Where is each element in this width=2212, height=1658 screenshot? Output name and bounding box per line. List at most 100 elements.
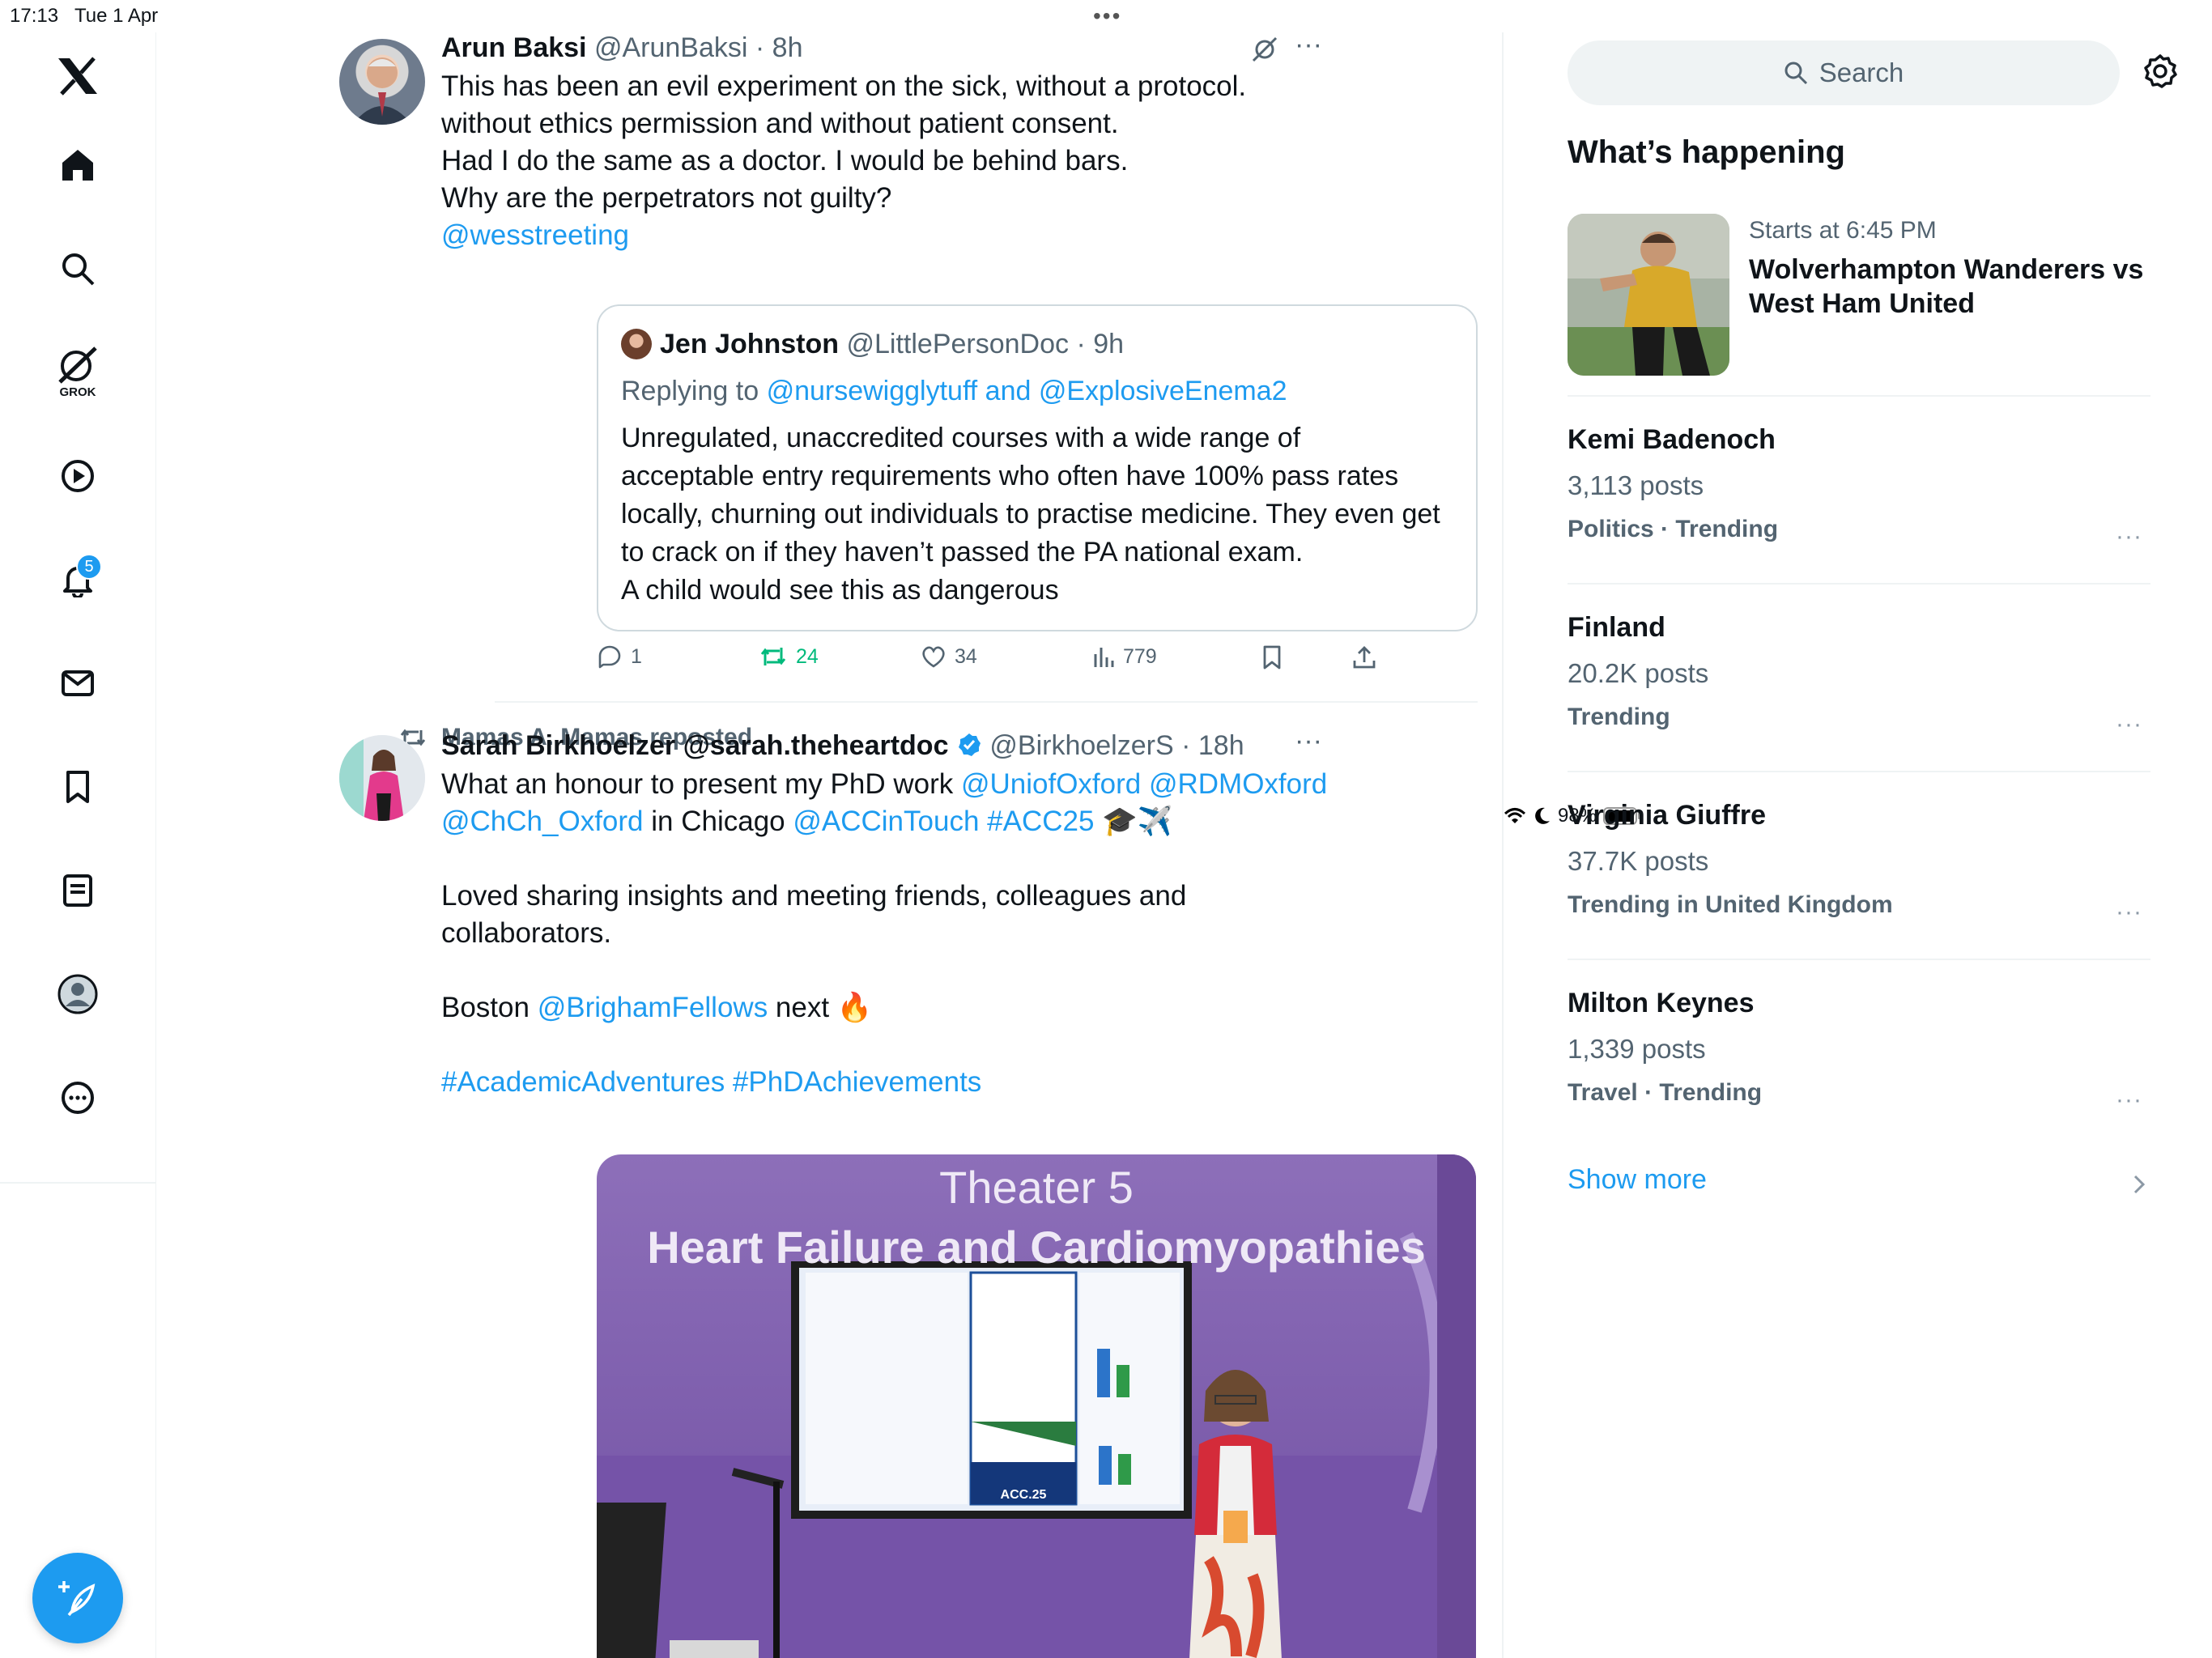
author-name[interactable]: Arun Baksi (441, 32, 587, 63)
tweet-more-icon[interactable]: ··· (1295, 32, 1322, 61)
grok-icon[interactable]: GROK (45, 340, 110, 405)
search-icon[interactable] (45, 236, 110, 301)
trend-item[interactable]: Finland 20.2K posts Trending ··· (1568, 612, 2150, 748)
tweet-actions: 1 24 34 779 (597, 644, 1406, 680)
share-icon (1353, 646, 1376, 669)
reply-count: 1 (631, 644, 642, 668)
bookmarks-icon[interactable] (45, 755, 110, 819)
trend-item[interactable]: Virginia Giuffre 37.7K posts Trending in… (1568, 800, 2150, 936)
replying-to-label: Replying to (621, 376, 759, 406)
messages-icon[interactable] (45, 651, 110, 716)
emoji-text: 🎓✈️ (1094, 806, 1173, 837)
quote-line: Unregulated, unaccredited courses with a… (621, 423, 1301, 453)
author-name[interactable]: Sarah Birkhoelzer @sarah.theheartdoc (441, 730, 948, 761)
trend-name: Finland (1568, 612, 1665, 643)
nav-divider (0, 1182, 155, 1184)
trend-more-icon[interactable]: ··· (2116, 1086, 2142, 1114)
event-time: Starts at 6:45 PM (1749, 217, 1937, 244)
event-image (1568, 214, 1729, 376)
like-count: 34 (955, 644, 977, 668)
quote-author-name: Jen Johnston (660, 329, 840, 359)
quoted-tweet[interactable]: Jen Johnston @LittlePersonDoc · 9h Reply… (597, 304, 1478, 631)
mention-link[interactable]: @wesstreeting (441, 217, 1246, 254)
quote-avatar[interactable] (621, 329, 652, 359)
author-handle[interactable]: @BirkhoelzerS (989, 730, 1173, 761)
x-logo-icon[interactable] (45, 44, 110, 108)
mention-link[interactable]: @ChCh_Oxford (441, 806, 644, 837)
avatar[interactable] (339, 735, 425, 821)
lists-icon[interactable] (45, 858, 110, 923)
reply-icon (598, 645, 621, 669)
quote-line: locally, churning out individuals to pra… (621, 499, 1440, 529)
tweet-line: without ethics permission and without pa… (441, 108, 1119, 139)
author-handle[interactable]: @ArunBaksi (594, 32, 747, 63)
hashtag-links[interactable]: #AcademicAdventures #PhDAchievements (441, 1064, 1478, 1101)
search-icon (1784, 62, 1807, 85)
settings-gear-icon[interactable] (2142, 53, 2178, 89)
trend-divider (1568, 771, 2150, 772)
like-button[interactable]: 34 (921, 644, 977, 669)
mention-hashtag-links[interactable]: @ACCinTouch #ACC25 (793, 806, 1094, 837)
tweet-text: What an honour to present my PhD work @U… (441, 766, 1478, 1101)
tweet-line: Had I do the same as a doctor. I would b… (441, 145, 1129, 176)
quote-line: A child would see this as dangerous (621, 575, 1059, 606)
tweet-more-icon[interactable]: ··· (1295, 725, 1322, 757)
tweet-time[interactable]: · 18h (1181, 730, 1244, 761)
multitasking-dots[interactable]: ••• (1093, 3, 1121, 29)
tweet-line: Why are the perpetrators not guilty? (441, 182, 892, 214)
tweet-line: @ChCh_Oxford in Chicago @ACCinTouch #ACC… (441, 803, 1478, 840)
avatar[interactable] (339, 39, 425, 125)
trend-more-icon[interactable]: ··· (2116, 899, 2142, 926)
mention-link[interactable]: @BrighamFellows (538, 992, 768, 1023)
right-sidebar: Search What’s happening Starts at 6:45 P… (1503, 32, 2212, 1658)
bookmark-icon (1263, 645, 1281, 670)
reply-button[interactable]: 1 (597, 644, 642, 669)
compose-post-button[interactable] (32, 1553, 123, 1643)
repost-count: 24 (796, 644, 819, 668)
trend-item[interactable]: Milton Keynes 1,339 posts Travel · Trend… (1568, 988, 2150, 1124)
trend-context: Trending in United Kingdom (1568, 891, 1893, 918)
profile-avatar-icon[interactable] (45, 962, 110, 1027)
repost-button[interactable]: 24 (759, 644, 819, 669)
event-title-line: West Ham United (1749, 288, 1975, 319)
sign-line-2: Heart Failure and Cardiomyopathies (647, 1222, 1426, 1273)
show-more-link[interactable]: Show more (1568, 1164, 2150, 1205)
trend-count: 20.2K posts (1568, 658, 1709, 688)
tweet-text-span: in Chicago (643, 806, 793, 837)
status-time: 17:13 (10, 5, 59, 27)
video-icon[interactable] (45, 444, 110, 508)
search-bar[interactable]: Search (1568, 40, 2120, 105)
quote-time: · 9h (1076, 329, 1125, 359)
timeline[interactable]: Arun Baksi @ArunBaksi · 8h ··· This has … (156, 32, 1504, 1658)
notifications-icon[interactable]: 5 (45, 547, 110, 612)
notifications-badge: 5 (76, 554, 102, 580)
show-more-label: Show more (1568, 1164, 1707, 1195)
replying-handles[interactable]: @nursewigglytuff and @ExplosiveEnema2 (767, 376, 1287, 406)
views-button[interactable]: 779 (1092, 644, 1157, 669)
trend-item[interactable]: Kemi Badenoch 3,113 posts Politics · Tre… (1568, 424, 2150, 560)
trend-context: Trending (1568, 704, 1670, 730)
trend-count: 37.7K posts (1568, 846, 1709, 876)
tweet-divider (495, 701, 1478, 703)
tweet-text-span: Boston (441, 992, 538, 1023)
tweet-time[interactable]: · 8h (755, 32, 803, 63)
home-icon[interactable] (45, 133, 110, 198)
trend-context: Politics · Trending (1568, 516, 1779, 542)
tweet-media-image[interactable]: Theater 5 Heart Failure and Cardiomyopat… (597, 1154, 1476, 1658)
quote-line: to crack on if they haven’t passed the P… (621, 537, 1304, 568)
trend-more-icon[interactable]: ··· (2116, 711, 2142, 738)
grok-explain-icon[interactable] (1251, 36, 1278, 63)
heart-icon (922, 646, 945, 668)
share-button[interactable] (1351, 644, 1377, 670)
tweet-header: Arun Baksi @ArunBaksi · 8h (441, 32, 802, 64)
mention-links[interactable]: @UniofOxford @RDMOxford (961, 768, 1327, 800)
trend-more-icon[interactable]: ··· (2116, 523, 2142, 551)
bookmark-button[interactable] (1261, 644, 1283, 670)
verified-badge-icon (958, 733, 981, 756)
more-icon[interactable] (45, 1065, 110, 1130)
event-card[interactable]: Starts at 6:45 PM Wolverhampton Wanderer… (1568, 214, 2150, 376)
tweet-text-span: What an honour to present my PhD work (441, 768, 961, 800)
